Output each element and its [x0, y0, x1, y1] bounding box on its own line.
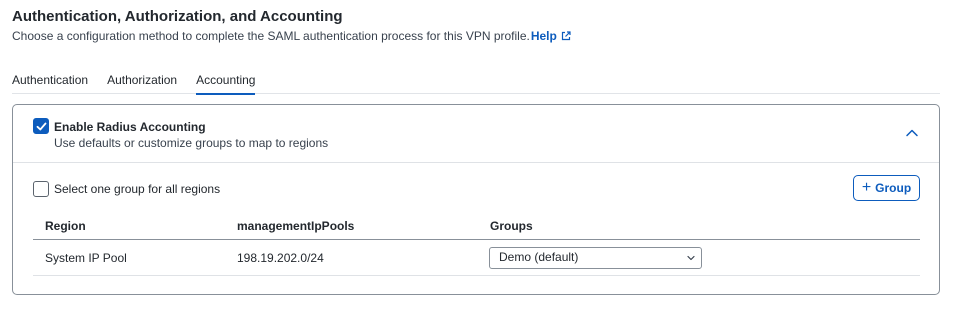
chevron-down-icon [687, 255, 695, 261]
page-title: Authentication, Authorization, and Accou… [12, 8, 343, 25]
tab-accounting[interactable]: Accounting [196, 72, 256, 95]
regions-table: Region managementIpPools Groups System I… [33, 209, 920, 276]
check-icon [36, 122, 47, 131]
accounting-panel-header: Enable Radius Accounting Use defaults or… [13, 105, 939, 163]
page-subtitle: Choose a configuration method to complet… [12, 29, 571, 43]
plus-icon: + [861, 179, 872, 196]
add-group-label: Group [875, 181, 912, 195]
tab-bar: Authentication Authorization Accounting [12, 72, 940, 95]
chevron-up-icon[interactable] [905, 128, 919, 138]
column-header-groups: Groups [490, 219, 533, 233]
subtitle-text: Choose a configuration method to complet… [12, 29, 530, 43]
add-group-button[interactable]: + Group [853, 175, 920, 201]
select-one-group-label: Select one group for all regions [54, 182, 221, 196]
enable-radius-accounting-checkbox[interactable] [33, 118, 49, 134]
cell-region: System IP Pool [45, 251, 127, 265]
help-link[interactable]: Help [531, 29, 571, 43]
groups-select[interactable]: Demo (default) [489, 247, 702, 269]
groups-select-value: Demo (default) [499, 250, 579, 264]
tab-authorization[interactable]: Authorization [107, 72, 177, 94]
external-link-icon [561, 31, 571, 41]
select-one-group-checkbox[interactable] [33, 181, 49, 197]
tab-authentication[interactable]: Authentication [12, 72, 88, 94]
table-row: System IP Pool 198.19.202.0/24 Demo (def… [33, 240, 920, 276]
table-header: Region managementIpPools Groups [33, 209, 920, 240]
enable-radius-accounting-label: Enable Radius Accounting [54, 120, 206, 134]
accounting-panel: Enable Radius Accounting Use defaults or… [12, 104, 940, 295]
help-label: Help [530, 29, 557, 43]
cell-management-ip-pools: 198.19.202.0/24 [237, 251, 324, 265]
column-header-region: Region [45, 219, 86, 233]
enable-radius-accounting-description: Use defaults or customize groups to map … [54, 136, 329, 150]
column-header-management-ip-pools: managementIpPools [237, 219, 355, 233]
